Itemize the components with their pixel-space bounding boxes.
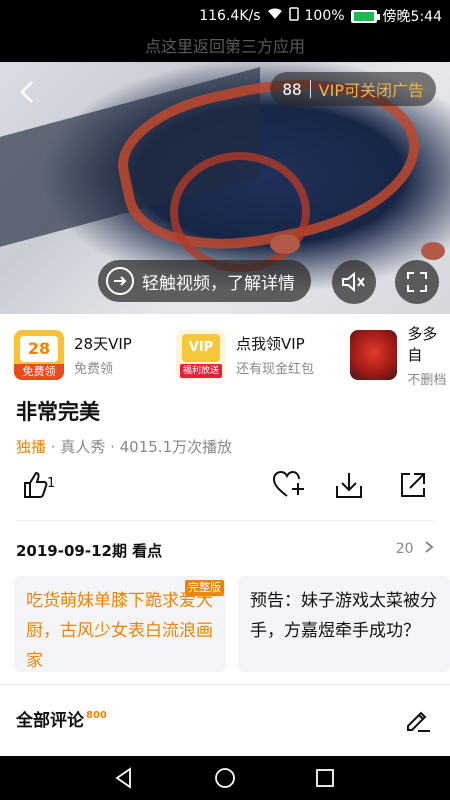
- episode-heading: 2019-09-12期 看点: [16, 542, 163, 560]
- nav-home-button[interactable]: [213, 766, 237, 790]
- show-title: 非常完美: [16, 400, 100, 424]
- episode-count-value: 20: [395, 541, 414, 557]
- triangle-back-icon: [115, 767, 131, 789]
- ad-countdown: 88: [282, 79, 302, 99]
- vip-gift-logo: VIP 福利放送: [176, 330, 226, 380]
- full-version-badge: 完整版: [185, 580, 224, 596]
- clip-card[interactable]: 吃货萌妹单膝下跪求爱大厨，古风少女表白流浪画家 完整版: [14, 576, 226, 672]
- comments-count: 800: [86, 710, 107, 721]
- comments-label: 全部评论: [16, 711, 84, 731]
- sim-icon: [288, 7, 299, 25]
- action-bar: 1: [0, 470, 450, 510]
- clock: 傍晚5:44: [382, 9, 442, 25]
- promo-item[interactable]: VIP 福利放送 点我领VIP 还有现金红包: [176, 326, 314, 384]
- exclusive-badge: 独播: [16, 438, 47, 456]
- download-button[interactable]: [334, 470, 374, 506]
- learn-more-button[interactable]: 轻触视频，了解详情: [98, 260, 311, 302]
- promo-title: 点我领VIP: [236, 335, 305, 353]
- return-to-app-banner[interactable]: 点这里返回第三方应用: [0, 32, 450, 62]
- promotion-row: 28天 免费领 28天VIP 免费领 VIP 福利放送 点我领VIP 还有现金红…: [0, 324, 450, 386]
- logo-badge: 免费领: [14, 364, 64, 380]
- share-button[interactable]: [398, 470, 438, 506]
- vip-28-days-logo: 28天 免费领: [14, 330, 64, 380]
- system-nav-bar: [0, 756, 450, 800]
- video-frame-detail: [270, 234, 300, 254]
- video-frame-detail: [421, 242, 445, 260]
- pencil-icon: [407, 711, 430, 732]
- promo-subtitle: 不删档: [407, 372, 447, 387]
- clip-title: 吃货萌妹单膝下跪求爱大厨，古风少女表白流浪画家: [26, 591, 213, 671]
- like-count: 1: [47, 476, 56, 491]
- promo-title: 28天VIP: [74, 335, 132, 353]
- arrow-right-circle-icon: [106, 267, 134, 295]
- promo-item[interactable]: 多多自 不删档: [350, 324, 450, 387]
- battery-icon: [350, 9, 380, 23]
- nav-back-button[interactable]: [112, 766, 136, 790]
- circle-home-icon: [215, 768, 235, 788]
- divider: [309, 80, 311, 98]
- logo-text: VIP: [182, 334, 220, 362]
- game-app-logo: [350, 330, 398, 380]
- episode-count: 20: [396, 540, 434, 557]
- promo-subtitle: 还有现金红包: [236, 362, 315, 377]
- like-button[interactable]: 1: [22, 470, 62, 506]
- status-bar: 116.4K/s 100% 傍晚5:44: [0, 0, 450, 32]
- fullscreen-button[interactable]: [395, 260, 439, 304]
- chevron-right-icon: [425, 541, 434, 553]
- back-button[interactable]: [14, 78, 42, 106]
- heart-plus-icon: [272, 470, 304, 497]
- fullscreen-icon: [407, 272, 427, 292]
- promo-subtitle: 免费领: [74, 362, 114, 377]
- divider: [16, 520, 434, 521]
- logo-text: 28天: [20, 336, 58, 380]
- clip-title: 预告：妹子游戏太菜被分手，方嘉煜牵手成功？: [250, 591, 437, 641]
- battery-percent: 100%: [304, 8, 345, 24]
- signal-icon: [267, 7, 283, 25]
- vip-close-ad-button[interactable]: 88 VIP可关闭广告: [270, 72, 436, 106]
- nav-recents-button[interactable]: [313, 766, 337, 790]
- logo-badge: 福利放送: [180, 364, 222, 378]
- square-recents-icon: [316, 769, 334, 787]
- share-icon: [401, 473, 425, 497]
- network-speed: 116.4K/s: [199, 8, 261, 24]
- show-meta: 独播 · 真人秀 · 4015.1万次播放: [16, 436, 232, 457]
- divider: [0, 684, 450, 685]
- video-player[interactable]: 88 VIP可关闭广告 轻触视频，了解详情: [0, 62, 450, 314]
- promo-title: 多多自: [407, 324, 438, 364]
- favorite-button[interactable]: [272, 470, 312, 506]
- video-frame-detail: [170, 152, 310, 272]
- vip-ad-label: VIP可关闭广告: [318, 81, 424, 100]
- promo-item[interactable]: 28天 免费领 28天VIP 免费领: [14, 326, 132, 384]
- comments-header[interactable]: 全部评论 800: [16, 706, 107, 731]
- learn-more-label: 轻触视频，了解详情: [142, 273, 295, 294]
- write-comment-button[interactable]: [404, 706, 432, 734]
- download-icon: [336, 473, 362, 498]
- mute-button[interactable]: [332, 260, 376, 304]
- episode-header[interactable]: 2019-09-12期 看点 20: [16, 540, 434, 560]
- show-meta-text: · 真人秀 · 4015.1万次播放: [46, 438, 233, 456]
- chevron-left-icon: [20, 81, 33, 103]
- clip-card[interactable]: 预告：妹子游戏太菜被分手，方嘉煜牵手成功？: [238, 576, 450, 672]
- speaker-muted-icon: [342, 271, 365, 293]
